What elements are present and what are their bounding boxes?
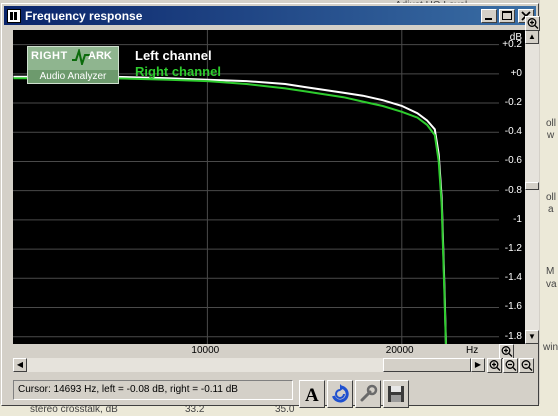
- background-text: win: [543, 342, 558, 353]
- vertical-zoom-in-button[interactable]: [525, 16, 540, 31]
- font-icon: A: [305, 385, 319, 404]
- y-tick-label: -1.4: [504, 272, 522, 284]
- zoom-reset-icon: [521, 360, 533, 371]
- background-text: oll: [546, 118, 557, 129]
- app-icon: [7, 8, 21, 23]
- y-tick-label: +0.2: [502, 38, 522, 50]
- refresh-button[interactable]: [327, 380, 353, 408]
- rightmark-logo: RIGHT ARK Audio Analyzer: [27, 46, 119, 84]
- y-tick-label: -0.2: [504, 97, 522, 109]
- left-channel-line: [13, 75, 448, 366]
- y-axis: dB +0.2 +0 -0.2 -0.4 -0.6 -0.8 -1 -1.2 -1.4 -1.6-…: [499, 30, 525, 344]
- cursor-readout: Cursor: 14693 Hz, left = -0.08 dB, right…: [13, 380, 293, 400]
- legend-left-channel: Left channel: [135, 48, 212, 63]
- zoom-in-icon: [527, 18, 539, 29]
- scroll-up-button[interactable]: ▲: [525, 30, 539, 44]
- background-text: a: [548, 204, 554, 215]
- horizontal-scrollbar[interactable]: ◀ ▶: [13, 358, 485, 372]
- y-tick-label: -1.2: [504, 243, 522, 255]
- y-tick-label: -1.6: [504, 301, 522, 313]
- zoom-in-icon: [489, 360, 501, 371]
- scroll-left-button[interactable]: ◀: [13, 358, 27, 372]
- right-channel-line: [13, 77, 448, 366]
- zoom-out-button[interactable]: [503, 358, 518, 373]
- horizontal-zoom-button[interactable]: [499, 344, 514, 359]
- x-axis: Hz 10000 20000: [13, 344, 499, 358]
- zoom-reset-button[interactable]: [519, 358, 534, 373]
- zoom-in-button[interactable]: [487, 358, 502, 373]
- background-text: w: [547, 130, 555, 141]
- y-tick-label: -0.6: [504, 155, 522, 167]
- frequency-response-window: Frequency response RIGHT ARK Audio Analy…: [1, 3, 540, 408]
- y-tick-label: -1.8: [504, 330, 522, 342]
- y-tick-label: +0: [510, 67, 522, 79]
- floppy-disk-icon: [388, 386, 404, 402]
- horizontal-scroll-thumb[interactable]: [383, 358, 471, 372]
- font-button[interactable]: A: [299, 380, 325, 408]
- svg-text:A: A: [305, 385, 319, 404]
- background-text: va: [546, 279, 557, 290]
- logo-subtitle: Audio Analyzer: [28, 70, 118, 83]
- y-tick-label: -0.4: [504, 126, 522, 138]
- maximize-icon: [502, 10, 512, 20]
- minimize-button[interactable]: [481, 8, 497, 23]
- vertical-scrollbar[interactable]: ▲ ▼: [525, 30, 539, 344]
- maximize-button[interactable]: [499, 8, 515, 23]
- logo-text-ark: ARK: [88, 50, 112, 62]
- logo-text-right: RIGHT: [31, 50, 68, 62]
- window-title: Frequency response: [25, 8, 143, 23]
- y-tick-label: -1: [513, 213, 522, 225]
- legend-right-channel: Right channel: [135, 64, 221, 79]
- scroll-down-button[interactable]: ▼: [525, 330, 539, 344]
- background-text: oll: [546, 192, 557, 203]
- zoom-icon: [501, 346, 513, 357]
- save-button[interactable]: [383, 380, 409, 408]
- settings-button[interactable]: [355, 380, 381, 408]
- scroll-right-button[interactable]: ▶: [471, 358, 485, 372]
- y-tick-label: -0.8: [504, 184, 522, 196]
- zoom-out-icon: [505, 360, 517, 371]
- wrench-icon: [360, 384, 378, 402]
- title-bar[interactable]: Frequency response: [4, 6, 536, 25]
- x-tick-label: 10000: [191, 345, 220, 356]
- minimize-icon: [485, 17, 492, 20]
- refresh-icon: [332, 384, 349, 403]
- frequency-plot[interactable]: RIGHT ARK Audio Analyzer Left channel Ri…: [13, 30, 499, 366]
- vertical-scroll-thumb[interactable]: [525, 182, 539, 190]
- x-axis-unit: Hz: [466, 345, 479, 356]
- x-tick-label: 20000: [385, 345, 414, 356]
- background-text: M: [546, 266, 555, 277]
